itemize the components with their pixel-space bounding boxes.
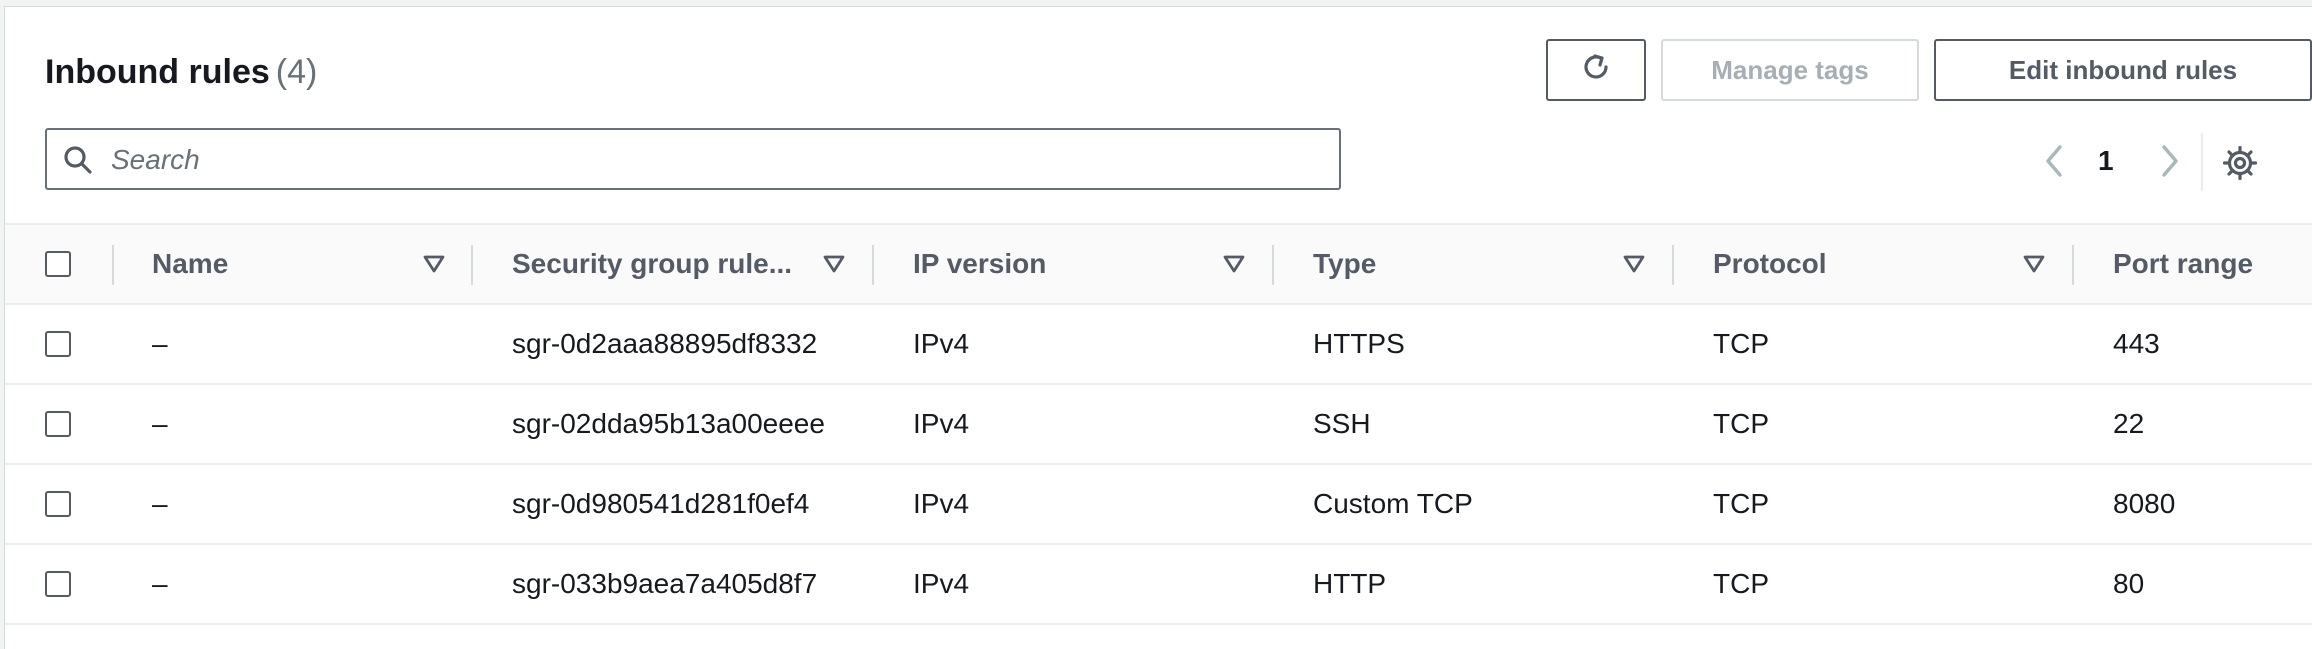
manage-tags-button[interactable]: Manage tags: [1661, 39, 1919, 101]
cell-type: HTTPS: [1313, 328, 1405, 359]
cell-rule-id: sgr-033b9aea7a405d8f7: [512, 568, 818, 599]
col-header-protocol[interactable]: Protocol: [1713, 225, 1827, 303]
refresh-icon: [1579, 50, 1613, 91]
cell-ip-version: IPv4: [913, 408, 970, 439]
col-header-rule-id[interactable]: Security group rule...: [512, 225, 792, 303]
sort-caret-icon[interactable]: [1623, 255, 1645, 278]
cell-type: SSH: [1313, 408, 1371, 439]
cell-ip-version: IPv4: [913, 568, 970, 599]
cell-type: HTTP: [1313, 568, 1387, 599]
cell-port-range: 22: [2113, 408, 2145, 439]
select-all-checkbox[interactable]: [45, 251, 71, 277]
chevron-left-icon[interactable]: [2038, 141, 2072, 186]
gear-icon[interactable]: [2222, 145, 2258, 186]
cell-ip-version: IPv4: [913, 488, 970, 519]
panel-title-text: Inbound rules: [45, 53, 270, 91]
column-separator: [112, 245, 114, 285]
cell-port-range: 443: [2113, 328, 2160, 359]
toolbar-divider: [2201, 133, 2203, 191]
rules-table: Name Security group rule... IP version T…: [5, 223, 2312, 625]
row-checkbox[interactable]: [45, 331, 71, 357]
cell-protocol: TCP: [1713, 328, 1769, 359]
table-row[interactable]: – sgr-02dda95b13a00eeee IPv4 SSH TCP 22: [5, 385, 2312, 465]
sort-caret-icon[interactable]: [1223, 255, 1245, 278]
search-icon: [61, 143, 95, 182]
table-row[interactable]: – sgr-0d2aaa88895df8332 IPv4 HTTPS TCP 4…: [5, 305, 2312, 385]
cell-rule-id: sgr-0d980541d281f0ef4: [512, 488, 810, 519]
table-row[interactable]: – sgr-0d980541d281f0ef4 IPv4 Custom TCP …: [5, 465, 2312, 545]
cell-rule-id: sgr-02dda95b13a00eeee: [512, 408, 825, 439]
column-separator: [1272, 245, 1274, 285]
cell-port-range: 80: [2113, 568, 2145, 599]
sort-caret-icon[interactable]: [2023, 255, 2045, 278]
inbound-rules-panel: Inbound rules (4) Manage tags Edit inboun…: [4, 6, 2312, 649]
page-number[interactable]: 1: [2098, 145, 2114, 177]
rule-count: (4): [275, 53, 318, 91]
table-header: Name Security group rule... IP version T…: [5, 223, 2312, 305]
cell-name: –: [152, 488, 168, 519]
col-header-type[interactable]: Type: [1313, 225, 1376, 303]
column-separator: [872, 245, 874, 285]
col-header-name[interactable]: Name: [152, 225, 228, 303]
cell-ip-version: IPv4: [913, 328, 970, 359]
table-row[interactable]: – sgr-033b9aea7a405d8f7 IPv4 HTTP TCP 80: [5, 545, 2312, 625]
cell-name: –: [152, 408, 168, 439]
row-checkbox[interactable]: [45, 411, 71, 437]
search-box: [45, 128, 1341, 190]
sort-caret-icon[interactable]: [823, 255, 845, 278]
column-separator: [1672, 245, 1674, 285]
edit-inbound-rules-button[interactable]: Edit inbound rules: [1934, 39, 2312, 101]
cell-name: –: [152, 568, 168, 599]
cell-protocol: TCP: [1713, 568, 1769, 599]
refresh-button[interactable]: [1546, 39, 1646, 101]
row-checkbox[interactable]: [45, 571, 71, 597]
cell-name: –: [152, 328, 168, 359]
row-checkbox[interactable]: [45, 491, 71, 517]
col-header-port-range[interactable]: Port range: [2113, 225, 2253, 303]
chevron-right-icon[interactable]: [2152, 141, 2186, 186]
col-header-ip-version[interactable]: IP version: [913, 225, 1046, 303]
cell-rule-id: sgr-0d2aaa88895df8332: [512, 328, 818, 359]
search-input[interactable]: [109, 136, 1323, 184]
sort-caret-icon[interactable]: [423, 255, 445, 278]
panel-title: Inbound rules (4): [45, 53, 317, 92]
column-separator: [2072, 245, 2074, 285]
cell-protocol: TCP: [1713, 488, 1769, 519]
column-separator: [471, 245, 473, 285]
cell-port-range: 8080: [2113, 488, 2176, 519]
cell-type: Custom TCP: [1313, 488, 1473, 519]
cell-protocol: TCP: [1713, 408, 1769, 439]
